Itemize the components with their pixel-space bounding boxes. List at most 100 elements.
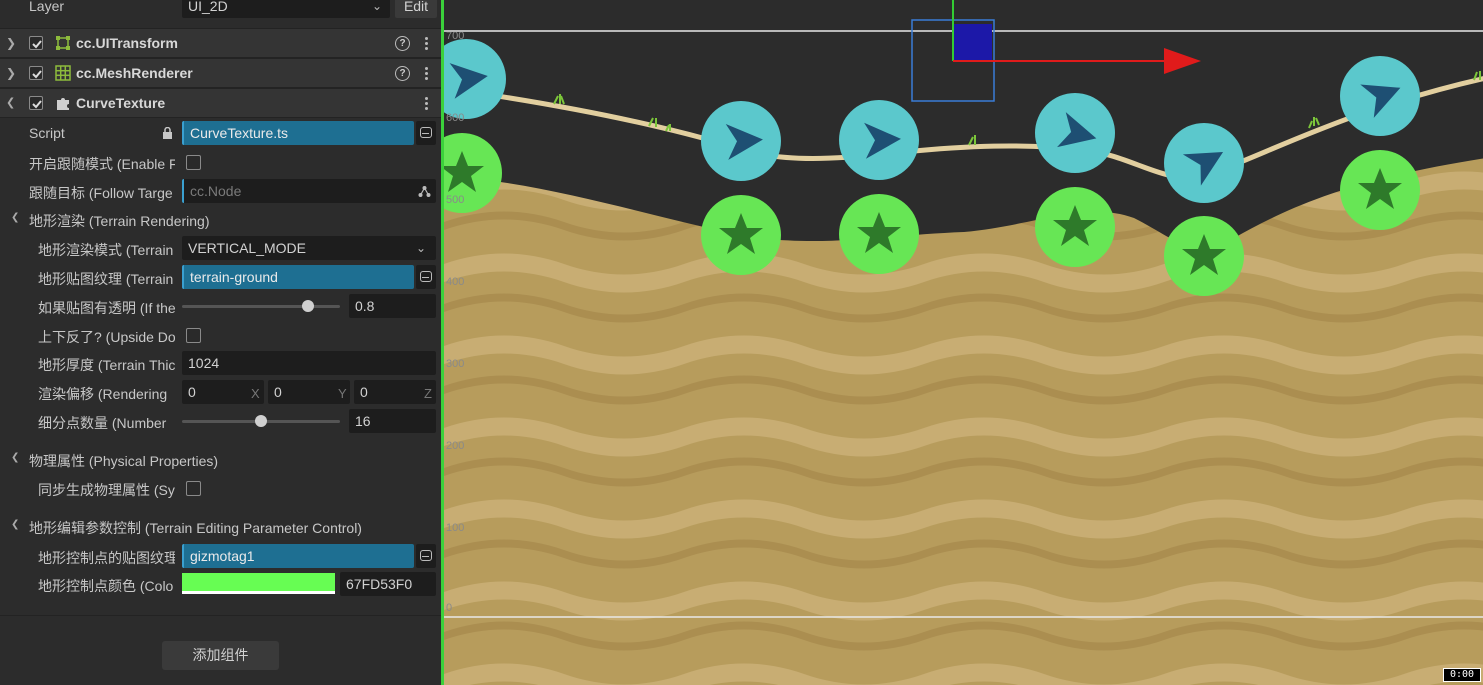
component-curvetexture[interactable]: ❮ CurveTexture	[0, 88, 441, 118]
marker-star-icon[interactable]	[1340, 150, 1420, 230]
chevron-down-icon[interactable]: ❮	[6, 97, 16, 109]
chevron-right-icon[interactable]: ❯	[6, 37, 16, 49]
prop-thickness: 地形厚度 (Terrain Thic 1024	[0, 349, 441, 378]
terrain-mode-value: VERTICAL_MODE	[188, 240, 306, 256]
section-physical-properties[interactable]: ❮ 物理属性 (Physical Properties)	[0, 445, 441, 474]
offset-y-value: 0	[274, 384, 282, 400]
marker-play-icon[interactable]	[839, 100, 919, 180]
transparent-slider-knob[interactable]	[302, 300, 315, 312]
chevron-down-icon[interactable]: ❮	[11, 452, 19, 463]
component-title: cc.MeshRenderer	[76, 65, 193, 81]
point-texture-label: 地形控制点的贴图纹理	[38, 550, 175, 566]
component-title: CurveTexture	[76, 95, 166, 111]
marker-star-icon[interactable]	[1035, 187, 1115, 267]
offset-label: 渲染偏移 (Rendering	[38, 386, 168, 402]
marker-star-icon[interactable]	[1164, 216, 1244, 296]
subdivision-value-field[interactable]: 16	[349, 409, 436, 433]
transparent-slider-track[interactable]	[182, 305, 340, 308]
y-tick-label: 0	[446, 602, 453, 614]
axis-z-label: Z	[424, 386, 432, 401]
marker-play-icon[interactable]	[444, 39, 506, 119]
enable-follow-label: 开启跟随模式 (Enable F	[29, 156, 175, 172]
terrain-surface-curve	[444, 76, 1483, 181]
enable-follow-checkbox[interactable]	[186, 155, 201, 170]
section-terrain-editing[interactable]: ❮ 地形编辑参数控制 (Terrain Editing Parameter Co…	[0, 512, 441, 541]
chevron-down-icon: ⌄	[415, 241, 426, 255]
more-icon[interactable]	[420, 96, 432, 112]
asset-picker-button[interactable]	[416, 544, 436, 568]
terrain-texture-field[interactable]: terrain-ground	[182, 265, 414, 289]
more-icon[interactable]	[420, 66, 432, 82]
transform-icon	[56, 36, 70, 50]
uitransform-enabled-checkbox[interactable]	[29, 36, 43, 50]
layer-select[interactable]: UI_2D ⌄	[182, 0, 390, 18]
curvetexture-enabled-checkbox[interactable]	[29, 96, 43, 110]
chevron-down-icon: ⌄	[371, 0, 382, 13]
marker-star-icon[interactable]	[701, 195, 781, 275]
y-tick-label: 600	[446, 112, 465, 124]
layer-label: Layer	[29, 0, 65, 14]
subdivision-slider-knob[interactable]	[255, 415, 267, 427]
sync-physics-checkbox[interactable]	[186, 481, 201, 496]
axis-y-label: Y	[338, 386, 347, 401]
control-markers-cyan[interactable]	[444, 39, 1420, 203]
marker-star-icon[interactable]	[839, 194, 919, 274]
more-icon[interactable]	[420, 36, 432, 52]
axis-x-label: X	[251, 386, 260, 401]
y-tick-label: 200	[446, 440, 465, 452]
chevron-down-icon[interactable]: ❮	[11, 519, 19, 530]
lock-icon	[163, 127, 172, 139]
add-component-button[interactable]: 添加组件	[162, 641, 279, 670]
node-icon[interactable]	[418, 185, 431, 198]
asset-picker-button[interactable]	[416, 121, 436, 145]
asset-picker-button[interactable]	[416, 265, 436, 289]
transparent-value-field[interactable]: 0.8	[349, 294, 436, 318]
prop-sync-physics: 同步生成物理属性 (Sy	[0, 474, 441, 503]
component-meshrenderer[interactable]: ❯ cc.MeshRenderer ?	[0, 58, 441, 88]
folder-icon	[420, 127, 432, 138]
prop-follow-target: 跟随目标 (Follow Targe cc.Node	[0, 177, 441, 206]
component-uitransform[interactable]: ❯ cc.UITransform ?	[0, 28, 441, 58]
section-title: 地形编辑参数控制 (Terrain Editing Parameter Cont…	[29, 520, 362, 536]
section-title: 地形渲染 (Terrain Rendering)	[29, 213, 210, 229]
point-texture-field[interactable]: gizmotag1	[182, 544, 414, 568]
point-color-label: 地形控制点颜色 (Colo	[38, 578, 174, 594]
chevron-right-icon[interactable]: ❯	[6, 67, 16, 79]
help-icon[interactable]: ?	[395, 66, 410, 81]
marker-play-icon[interactable]	[1340, 56, 1420, 136]
point-color-hex-field[interactable]: 67FD53F0	[340, 572, 436, 596]
terrain-mode-select[interactable]: VERTICAL_MODE ⌄	[182, 236, 436, 260]
prop-point-texture: 地形控制点的贴图纹理 gizmotag1	[0, 542, 441, 571]
prop-upside-down: 上下反了? (Upside Do	[0, 321, 441, 350]
thickness-label: 地形厚度 (Terrain Thic	[38, 357, 175, 373]
offset-x-value: 0	[188, 384, 196, 400]
color-swatch[interactable]	[182, 573, 335, 594]
meshrenderer-enabled-checkbox[interactable]	[29, 66, 43, 80]
follow-target-label: 跟随目标 (Follow Targe	[29, 185, 173, 201]
script-asset-field[interactable]: CurveTexture.ts	[182, 121, 414, 145]
inspector-panel: Layer UI_2D ⌄ Edit ❯ cc.UITransform ? ❯	[0, 0, 441, 685]
section-title: 物理属性 (Physical Properties)	[29, 453, 219, 469]
marker-play-icon[interactable]	[1164, 123, 1244, 203]
section-terrain-rendering[interactable]: ❮ 地形渲染 (Terrain Rendering)	[0, 205, 441, 234]
chevron-down-icon[interactable]: ❮	[11, 212, 19, 223]
scene-view[interactable]: 700 600 500 400 300 200 100 0 0:00	[441, 0, 1483, 685]
gizmo-center-handle[interactable]	[954, 24, 992, 61]
follow-target-field[interactable]: cc.Node	[182, 179, 436, 203]
divider	[0, 615, 441, 616]
y-tick-label: 400	[446, 276, 465, 288]
help-icon[interactable]: ?	[395, 36, 410, 51]
marker-play-icon[interactable]	[701, 101, 781, 181]
folder-icon	[420, 550, 432, 561]
gizmo-x-arrow[interactable]	[1164, 48, 1201, 74]
scene-canvas[interactable]	[444, 0, 1483, 685]
offset-z-value: 0	[360, 384, 368, 400]
thickness-field[interactable]: 1024	[182, 351, 436, 375]
upside-down-checkbox[interactable]	[186, 328, 201, 343]
layer-edit-button[interactable]: Edit	[395, 0, 437, 18]
prop-terrain-mode: 地形渲染模式 (Terrain VERTICAL_MODE ⌄	[0, 234, 441, 263]
transparent-label: 如果贴图有透明 (If the	[38, 300, 175, 316]
marker-play-icon[interactable]	[1035, 93, 1115, 173]
terrain-mode-label: 地形渲染模式 (Terrain	[38, 242, 174, 258]
puzzle-icon	[57, 98, 69, 110]
